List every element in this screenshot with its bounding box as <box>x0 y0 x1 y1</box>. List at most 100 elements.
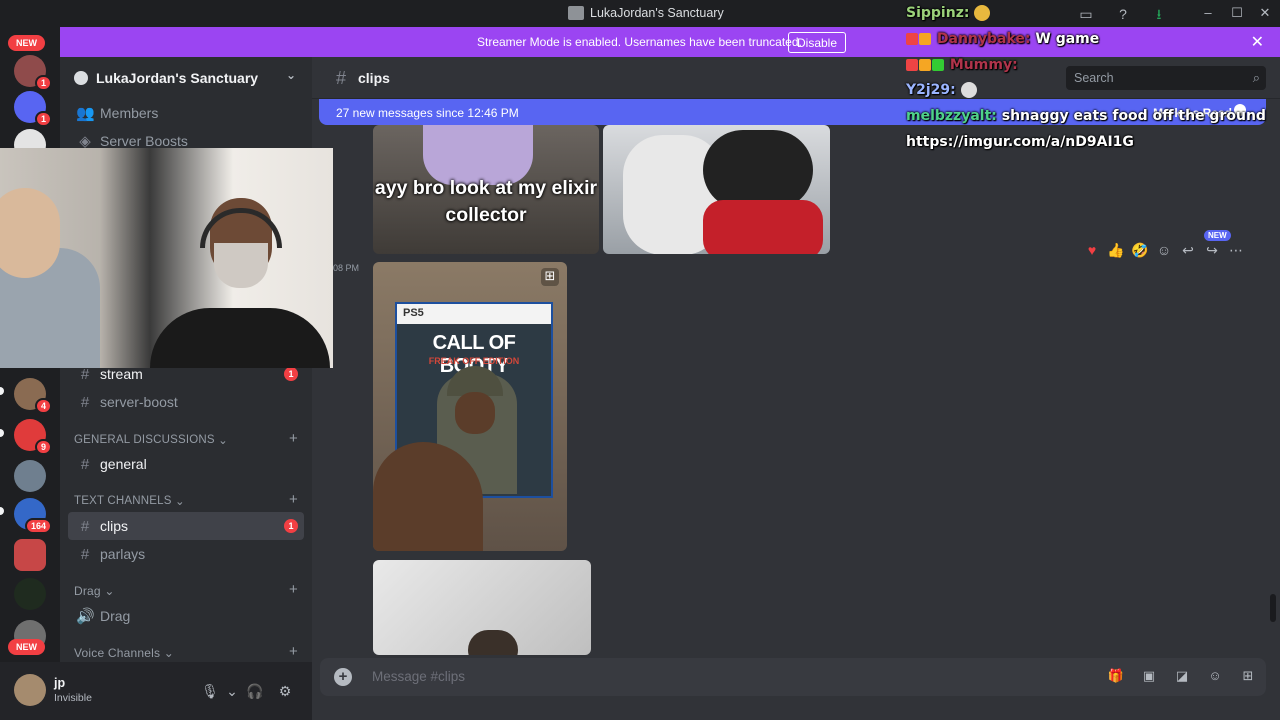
discord-home-icon[interactable]: 1 <box>14 91 52 127</box>
close-icon[interactable]: ✕ <box>1251 32 1264 52</box>
photo-red-pants <box>703 200 823 254</box>
add-attachment-icon[interactable]: + <box>334 668 352 686</box>
message-image-2[interactable] <box>603 125 830 254</box>
headphones-icon[interactable]: 🎧 <box>246 682 264 700</box>
more-options-icon[interactable]: ⋯ <box>1226 242 1246 259</box>
members-link[interactable]: 👥 Members <box>68 99 304 127</box>
add-channel-icon[interactable]: + <box>289 581 298 598</box>
chevron-down-icon: ⌄ <box>285 68 296 82</box>
message-composer[interactable]: + Message #clips 🎁 ▣ ◪ ☺ ⊞ <box>320 658 1266 696</box>
channel-parlays[interactable]: # parlays <box>68 540 304 568</box>
category-general-discussions[interactable]: GENERAL DISCUSSIONS ⌄ + <box>68 430 304 450</box>
download-icon[interactable]: ⭳ <box>1150 5 1168 23</box>
help-icon[interactable]: ? <box>1114 5 1132 23</box>
server-icon-7[interactable] <box>14 539 46 571</box>
mention-badge: 1 <box>284 367 298 381</box>
window-titlebar: LukaJordan's Sanctuary ▭ ? ⭳ – ☐ ✕ <box>0 0 1280 27</box>
new-messages-bar[interactable]: 27 new messages since 12:46 PM Mark As R… <box>319 99 1266 125</box>
emoji-icon[interactable]: ☺ <box>1205 668 1225 686</box>
disable-streamer-button[interactable]: Disable <box>788 32 847 53</box>
apps-icon[interactable]: ⊞ <box>1238 668 1258 686</box>
microphone-icon[interactable]: 🎙 <box>201 682 219 700</box>
heart-reaction-icon[interactable]: ♥ <box>1082 242 1102 258</box>
mention-badge: 1 <box>284 519 298 533</box>
speaker-icon: 🔊 <box>76 608 95 625</box>
hash-icon: # <box>80 393 90 411</box>
new-pill-top[interactable]: NEW <box>8 35 45 51</box>
window-title-area: LukaJordan's Sanctuary <box>568 6 724 20</box>
guild-name: LukaJordan's Sanctuary <box>96 70 259 86</box>
gift-icon[interactable]: 🎁 <box>1106 668 1126 686</box>
category-voice-channels[interactable]: Voice Channels ⌄ + <box>68 643 304 663</box>
user-panel: jp Invisible 🎙 ⌄ 🎧 ⚙ <box>0 662 312 720</box>
message-image-3[interactable]: PS5 CALL OF BOOTY FREAK OFF EDITION M ⊞ <box>373 262 567 551</box>
channel-server-boost[interactable]: # server-boost <box>68 388 304 416</box>
message-timestamp: 08 PM <box>333 263 360 273</box>
hash-icon: # <box>80 517 90 535</box>
unread-pip <box>0 429 4 437</box>
server-icon-1[interactable]: 1 <box>14 55 52 91</box>
search-icon: ⌕ <box>1252 70 1260 85</box>
message-image-1[interactable]: ayy bro look at my elixir collector <box>373 125 599 254</box>
server-rail: NEW 1 1 4 9 164 NEW <box>0 27 60 720</box>
new-feature-tag: NEW <box>1204 230 1231 241</box>
message-input[interactable]: Message #clips <box>372 669 465 684</box>
voice-channel-drag[interactable]: 🔊 Drag <box>68 602 304 630</box>
apps-icon[interactable]: ⊞ <box>541 268 559 286</box>
server-icon-8[interactable] <box>14 578 46 610</box>
unread-pip <box>0 387 4 395</box>
user-name: jp <box>54 676 66 690</box>
platform-label: PS5 <box>403 307 424 319</box>
channel-general[interactable]: # general <box>68 450 304 478</box>
user-avatar[interactable] <box>14 674 46 706</box>
add-reaction-icon[interactable]: ☺ <box>1154 242 1174 258</box>
maximize-button[interactable]: ☐ <box>1222 3 1252 23</box>
photo-person-head <box>468 630 518 655</box>
hash-icon: # <box>336 68 347 88</box>
server-icon-5[interactable] <box>14 460 46 492</box>
add-channel-icon[interactable]: + <box>289 643 298 660</box>
server-glyph-icon <box>568 6 584 20</box>
reply-icon[interactable]: ↩ <box>1178 242 1198 259</box>
close-window-button[interactable]: ✕ <box>1250 3 1280 23</box>
gif-icon[interactable]: ▣ <box>1139 668 1159 686</box>
hash-icon: # <box>80 365 90 383</box>
server-icon-6[interactable]: 164 <box>14 498 52 534</box>
category-drag[interactable]: Drag ⌄ + <box>68 581 304 601</box>
webcam-person-right-beard <box>214 243 268 288</box>
unread-pip <box>0 507 4 515</box>
server-badge-icon <box>74 71 88 85</box>
thumbs-up-reaction-icon[interactable]: 👍 <box>1106 242 1126 259</box>
add-channel-icon[interactable]: + <box>289 491 298 508</box>
new-pill-bottom[interactable]: NEW <box>8 639 45 655</box>
channel-clips[interactable]: # clips 1 <box>68 512 304 540</box>
new-messages-text: 27 new messages since 12:46 PM <box>336 106 519 120</box>
webcam-person-right-body <box>150 308 330 368</box>
webcam-person-left-head <box>0 188 60 278</box>
window-title: LukaJordan's Sanctuary <box>590 6 724 20</box>
laugh-reaction-icon[interactable]: 🤣 <box>1130 242 1150 259</box>
game-subtitle: FREAK OFF EDITION <box>428 356 520 366</box>
guild-header[interactable]: LukaJordan's Sanctuary ⌄ <box>60 57 312 99</box>
chevron-down-icon[interactable]: ⌄ <box>223 682 241 700</box>
scrollbar-thumb[interactable] <box>1270 594 1276 622</box>
inbox-icon[interactable]: ▭ <box>1077 5 1095 23</box>
forward-icon[interactable]: ↪ <box>1202 242 1222 259</box>
search-input[interactable]: Search ⌕ <box>1066 66 1266 90</box>
mark-as-read-button[interactable]: Mark As Read <box>1153 106 1232 120</box>
soldier-face <box>455 392 495 434</box>
gear-icon[interactable]: ⚙ <box>276 682 294 700</box>
hash-icon: # <box>80 455 90 473</box>
image-caption: ayy bro look at my elixir collector <box>374 177 598 226</box>
hash-icon: # <box>80 545 90 563</box>
sticker-icon[interactable]: ◪ <box>1172 668 1192 686</box>
chat-line: https://imgur.com/a/nD9AI1G <box>906 134 1134 150</box>
category-text-channels[interactable]: TEXT CHANNELS ⌄ + <box>68 491 304 511</box>
photo-person-2 <box>703 130 813 210</box>
add-channel-icon[interactable]: + <box>289 430 298 447</box>
minimize-button[interactable]: – <box>1193 3 1223 23</box>
user-status: Invisible <box>54 692 92 704</box>
server-icon-3[interactable]: 4 <box>14 378 52 414</box>
message-image-4[interactable] <box>373 560 591 655</box>
server-icon-4[interactable]: 9 <box>14 419 52 455</box>
